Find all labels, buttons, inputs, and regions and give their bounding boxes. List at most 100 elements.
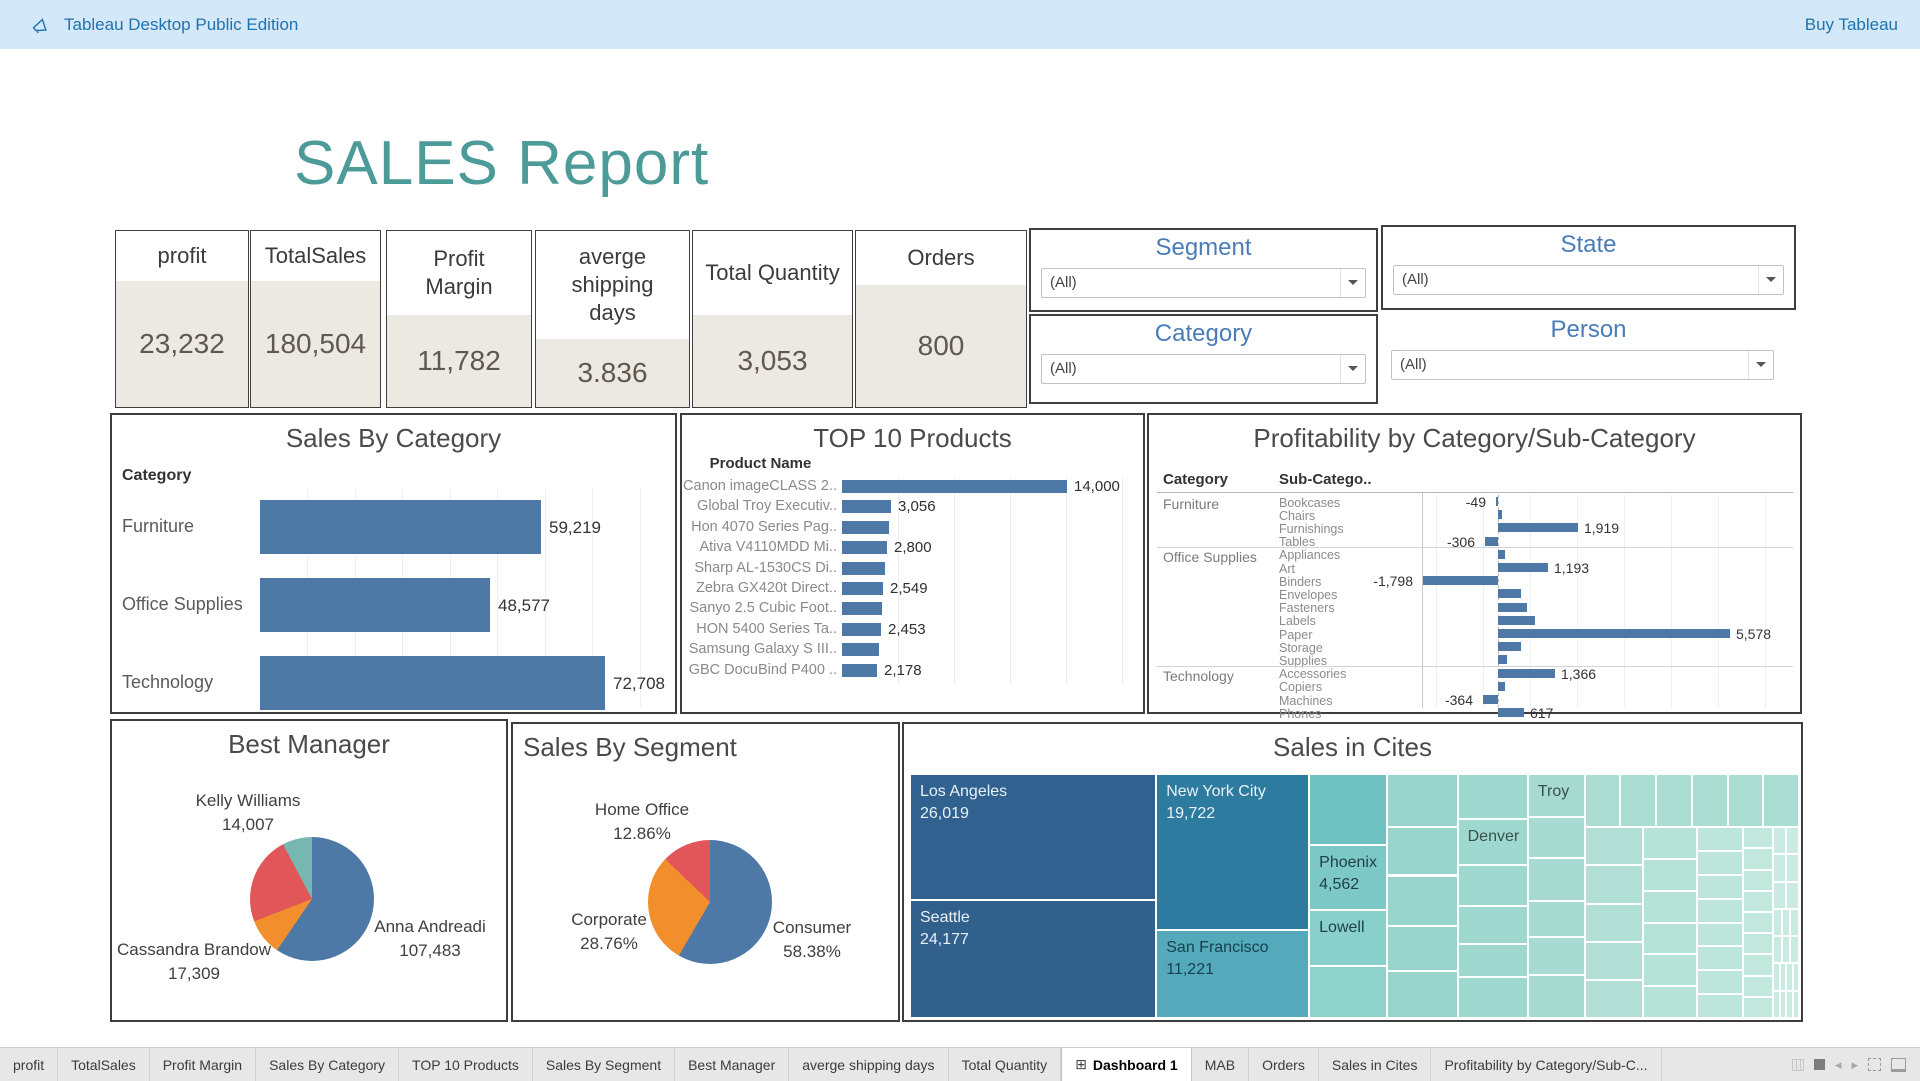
treemap-cell[interactable]	[1458, 774, 1528, 819]
treemap-cell[interactable]	[1697, 851, 1743, 875]
subcategory-bar[interactable]	[1498, 563, 1548, 572]
treemap-cell[interactable]	[1656, 774, 1692, 827]
treemap-cell[interactable]	[1458, 865, 1528, 906]
sheet-tab-sales-by-segment[interactable]: Sales By Segment	[533, 1048, 675, 1081]
show-sheet-sorter-icon[interactable]	[1814, 1059, 1825, 1070]
treemap-cell[interactable]	[1309, 774, 1387, 845]
treemap-cell[interactable]	[1793, 991, 1799, 1018]
treemap-cell[interactable]	[1387, 827, 1457, 875]
product-bar[interactable]	[842, 521, 889, 534]
treemap-cell[interactable]	[1790, 936, 1799, 963]
treemap-cell[interactable]	[1643, 891, 1696, 923]
previous-sheet-icon[interactable]: ◂	[1835, 1057, 1842, 1073]
treemap-cell[interactable]	[1743, 954, 1773, 975]
subcategory-bar[interactable]	[1483, 695, 1498, 704]
product-bar[interactable]	[842, 602, 882, 615]
treemap-cell[interactable]	[1697, 827, 1743, 851]
sheet-tab-total-quantity[interactable]: Total Quantity	[949, 1048, 1062, 1081]
treemap-cell[interactable]	[1773, 936, 1782, 963]
next-sheet-icon[interactable]: ▸	[1851, 1057, 1858, 1073]
sheet-tab-orders[interactable]: Orders	[1249, 1048, 1319, 1081]
subcategory-bar[interactable]	[1498, 682, 1505, 691]
product-bar[interactable]	[842, 582, 883, 595]
treemap-cell[interactable]	[1458, 977, 1528, 1018]
subcategory-bar[interactable]	[1496, 497, 1498, 506]
sheet-tab-totalsales[interactable]: TotalSales	[58, 1048, 150, 1081]
treemap-cell[interactable]	[1387, 876, 1457, 926]
subcategory-bar[interactable]	[1498, 510, 1502, 519]
sheet-tab-profit-margin[interactable]: Profit Margin	[150, 1048, 256, 1081]
buy-tableau-link[interactable]: Buy Tableau	[1805, 15, 1898, 35]
subcategory-bar[interactable]	[1498, 523, 1578, 532]
subcategory-bar[interactable]	[1498, 550, 1505, 559]
subcategory-bar[interactable]	[1423, 576, 1498, 585]
treemap-cell[interactable]	[1697, 994, 1743, 1018]
treemap-cell[interactable]	[1697, 970, 1743, 994]
treemap-cell[interactable]	[1773, 827, 1786, 854]
product-bar[interactable]	[842, 643, 879, 656]
treemap-cell[interactable]	[1528, 901, 1585, 937]
treemap-cell[interactable]	[1743, 912, 1773, 933]
treemap-cell[interactable]	[1793, 963, 1799, 990]
product-bar[interactable]	[842, 500, 891, 513]
subcategory-bar[interactable]	[1498, 708, 1524, 717]
sheet-tab-dashboard-1[interactable]: ⊞Dashboard 1	[1061, 1048, 1192, 1081]
treemap-cell[interactable]	[1643, 827, 1696, 859]
treemap-cell[interactable]	[1743, 891, 1773, 912]
treemap-cell[interactable]	[1773, 854, 1786, 881]
treemap-cell[interactable]	[1697, 946, 1743, 970]
treemap-cell[interactable]	[1786, 827, 1799, 854]
treemap-cell[interactable]	[1790, 909, 1799, 936]
treemap-cell[interactable]	[1743, 848, 1773, 869]
treemap-cell[interactable]	[1773, 909, 1782, 936]
show-filmstrip-icon[interactable]	[1792, 1059, 1804, 1071]
sheet-tab-profit[interactable]: profit	[0, 1048, 58, 1081]
product-bar[interactable]	[842, 664, 877, 677]
pie-chart[interactable]	[648, 840, 772, 964]
treemap-cell[interactable]	[1782, 909, 1791, 936]
subcategory-bar[interactable]	[1498, 655, 1507, 664]
treemap-cell-seattle[interactable]: Seattle24,177	[910, 900, 1156, 1018]
treemap-cell[interactable]	[1458, 944, 1528, 978]
category-bar[interactable]	[260, 578, 490, 632]
treemap-cell[interactable]	[1643, 923, 1696, 955]
treemap-cell[interactable]	[1620, 774, 1656, 827]
sheet-tab-sales-by-category[interactable]: Sales By Category	[256, 1048, 399, 1081]
treemap-cell-new-york-city[interactable]: New York City19,722	[1156, 774, 1309, 930]
sheet-tab-best-manager[interactable]: Best Manager	[675, 1048, 789, 1081]
segment-dropdown[interactable]: (All)	[1041, 268, 1366, 298]
treemap-cell[interactable]	[1643, 986, 1696, 1018]
treemap-cell-lowell[interactable]: Lowell	[1309, 910, 1387, 966]
treemap-cell[interactable]	[1387, 774, 1457, 827]
treemap-cell[interactable]	[1786, 854, 1799, 881]
treemap-cell-phoenix[interactable]: Phoenix4,562	[1309, 845, 1387, 909]
sheet-tab-top-10-products[interactable]: TOP 10 Products	[399, 1048, 533, 1081]
subcategory-bar[interactable]	[1498, 603, 1527, 612]
category-bar[interactable]	[260, 500, 541, 554]
treemap-cell[interactable]	[1585, 980, 1644, 1018]
treemap-cell[interactable]	[1387, 971, 1457, 1018]
treemap-cell[interactable]	[1643, 859, 1696, 891]
treemap-cell[interactable]	[1697, 923, 1743, 947]
subcategory-bar[interactable]	[1498, 589, 1521, 598]
treemap-cell[interactable]	[1643, 954, 1696, 986]
subcategory-bar[interactable]	[1498, 669, 1555, 678]
product-bar[interactable]	[842, 623, 881, 636]
state-dropdown[interactable]: (All)	[1393, 265, 1784, 295]
treemap-cell[interactable]	[1528, 858, 1585, 901]
treemap-cell-denver[interactable]: Denver	[1458, 819, 1528, 865]
sheet-tab-mab[interactable]: MAB	[1192, 1048, 1249, 1081]
treemap-cell[interactable]	[1387, 926, 1457, 971]
treemap-cell[interactable]	[1458, 906, 1528, 944]
sheet-tab-sales-in-cites[interactable]: Sales in Cites	[1319, 1048, 1432, 1081]
treemap-cell[interactable]	[1743, 827, 1773, 848]
product-bar[interactable]	[842, 541, 887, 554]
treemap-cell[interactable]	[1782, 936, 1791, 963]
treemap-cell[interactable]	[1528, 817, 1585, 858]
treemap-cell[interactable]	[1763, 774, 1799, 827]
treemap-cell[interactable]	[1743, 997, 1773, 1018]
product-bar[interactable]	[842, 480, 1067, 493]
treemap-cell[interactable]	[1743, 933, 1773, 954]
treemap-cell[interactable]	[1585, 942, 1644, 980]
treemap-cell[interactable]	[1743, 870, 1773, 891]
